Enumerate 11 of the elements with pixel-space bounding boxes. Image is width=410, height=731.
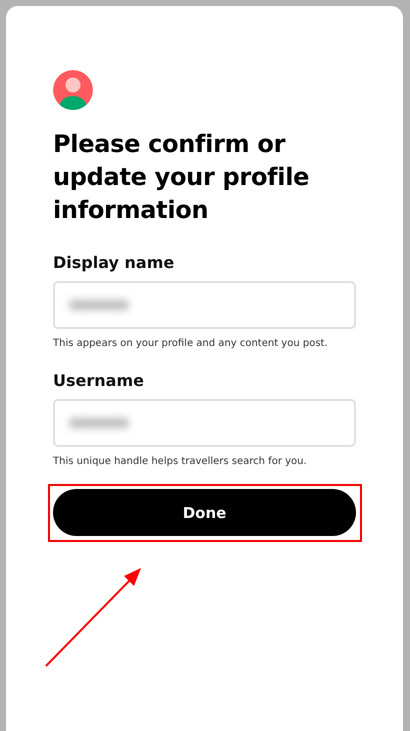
field-label: Display name <box>53 253 176 272</box>
dialog-title: Please confirm or update your profile information <box>53 129 310 226</box>
avatar-icon <box>53 70 93 110</box>
input-field[interactable] <box>53 399 356 447</box>
help-text: This appears on your profile and any content you post. <box>53 338 329 349</box>
input-field[interactable] <box>53 281 356 329</box>
done-button[interactable]: Done <box>53 489 356 536</box>
redacted-value <box>69 300 129 310</box>
help-text: This unique handle helps travellers search for you. <box>53 456 308 467</box>
field-label: Username <box>53 371 145 390</box>
redacted-value <box>69 418 129 428</box>
